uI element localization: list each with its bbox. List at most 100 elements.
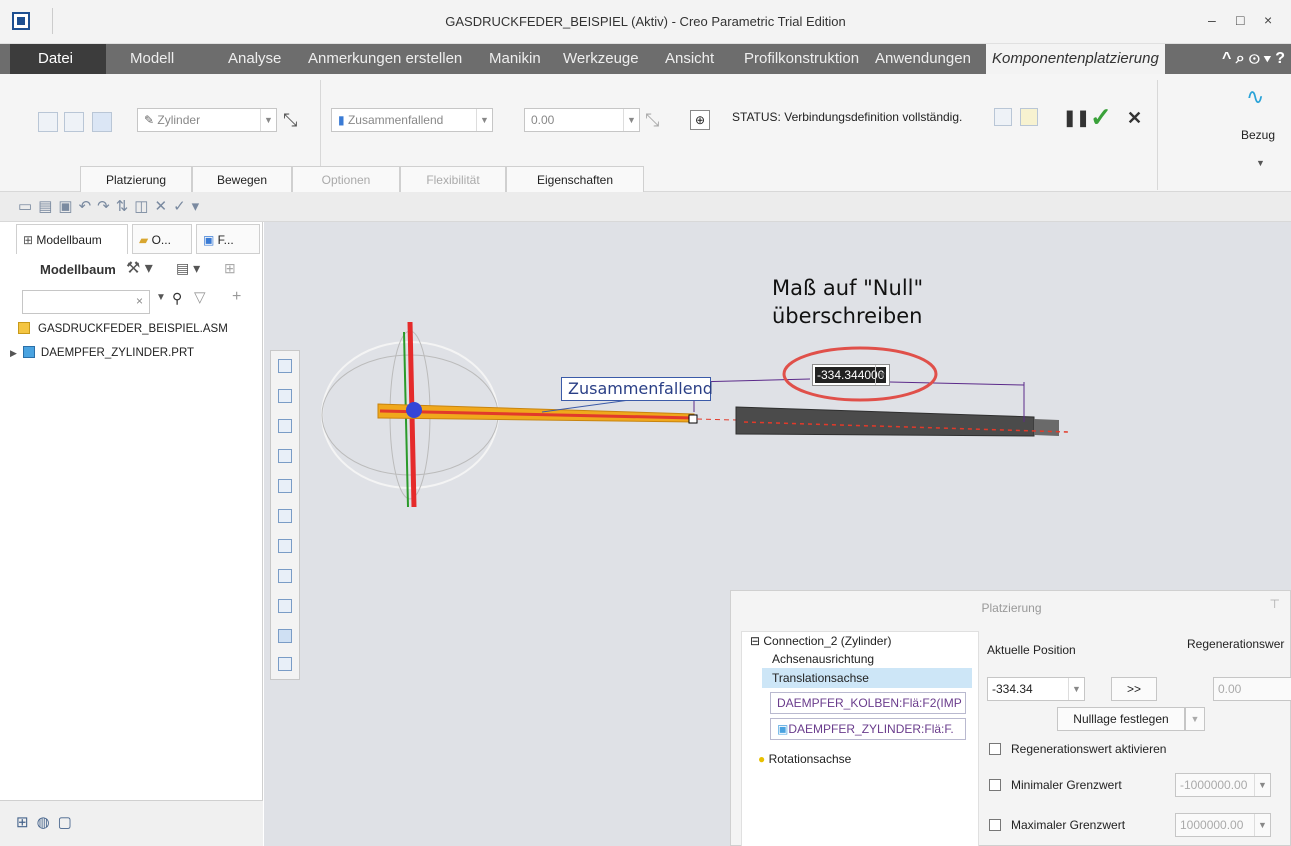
regen-value-input[interactable]: 0.00 (1213, 677, 1291, 701)
help-search-icons[interactable]: ^ ⌕ ⊙ ▾ ? (1222, 44, 1285, 74)
constraint-icon[interactable] (64, 112, 84, 132)
tab-modellbaum[interactable]: ⊞ Modellbaum (16, 224, 128, 254)
copy-to-regen-button[interactable]: >> (1111, 677, 1157, 701)
tab-komponentenplatzierung[interactable]: Komponentenplatzierung (986, 44, 1165, 74)
axis-alignment-row[interactable]: Achsenausrichtung (772, 652, 874, 666)
reference-2[interactable]: ▣DAEMPFER_ZYLINDER:Flä:F. (770, 718, 966, 740)
expand-icon[interactable]: ▶ (10, 348, 17, 358)
current-position-input[interactable]: -334.34 ▼ (987, 677, 1085, 701)
pin-icon[interactable]: ⊤ (1270, 597, 1280, 611)
tree-item-part[interactable]: ▶ DAEMPFER_ZYLINDER.PRT (10, 346, 194, 359)
show-icon[interactable]: ▤ ▾ (176, 260, 200, 277)
max-limit-checkbox[interactable] (989, 819, 1001, 831)
separate-window-icon[interactable] (994, 108, 1012, 126)
subtab-optionen[interactable]: Optionen (292, 166, 400, 192)
assembly-window-icon[interactable] (1020, 108, 1038, 126)
check-icon[interactable]: ✓ (173, 198, 192, 215)
pause-icon[interactable]: ❚❚ (1063, 108, 1090, 128)
flip-direction-icon[interactable]: ⤡ (645, 110, 659, 131)
chevron-down-icon[interactable]: ▼ (875, 365, 889, 385)
mechanism-connection-icon[interactable] (92, 112, 112, 132)
tab-anwendungen[interactable]: Anwendungen (875, 44, 971, 74)
dimension-input[interactable]: -334.344000 ▼ (812, 364, 890, 386)
datum-curve-icon[interactable]: ∿ (1246, 84, 1264, 110)
chevron-down-icon[interactable]: ▼ (1254, 774, 1270, 796)
close-window-icon[interactable]: ✕ (154, 198, 173, 215)
open-icon[interactable]: ▤ (38, 198, 58, 215)
min-limit-input[interactable]: -1000000.00 ▼ (1175, 773, 1271, 797)
minimize-button[interactable]: – (1208, 12, 1216, 28)
reference-1[interactable]: DAEMPFER_KOLBEN:Flä:F2(IMP (770, 692, 966, 714)
tab-modell[interactable]: Modell (130, 44, 174, 74)
window-icon[interactable]: ◫ (134, 198, 154, 215)
constraint-mode-select[interactable]: ▮ Zusammenfallend ▼ (331, 108, 493, 132)
max-limit-input[interactable]: 1000000.00 ▼ (1175, 813, 1271, 837)
title-bar: GASDRUCKFEDER_BEISPIEL (Aktiv) - Creo Pa… (0, 0, 1291, 44)
subtab-eigenschaften[interactable]: Eigenschaften (506, 166, 644, 192)
clear-icon[interactable]: × (136, 294, 143, 308)
connection-row[interactable]: ⊟ Connection_2 (Zylinder) (750, 634, 891, 648)
enable-regen-checkbox[interactable] (989, 743, 1001, 755)
chevron-down-icon[interactable]: ▼ (1254, 814, 1270, 836)
chevron-down-icon[interactable]: ▼ (1256, 158, 1265, 168)
zoom-in-icon[interactable] (278, 389, 292, 403)
move-icon[interactable]: ⊕ (690, 110, 710, 130)
view-manager-icon[interactable] (278, 569, 292, 583)
tab-anmerkungen[interactable]: Anmerkungen erstellen (308, 44, 462, 74)
undo-icon[interactable]: ↶ (79, 198, 98, 215)
display-style-icon[interactable] (278, 509, 292, 523)
browser-icon[interactable]: ◍ (37, 814, 58, 831)
tab-manikin[interactable]: Manikin (489, 44, 541, 74)
tree-toggle-icon[interactable]: ⊞ (16, 814, 37, 831)
annotation-display-icon[interactable] (278, 657, 292, 671)
tab-datei[interactable]: Datei (10, 44, 106, 74)
zoom-out-icon[interactable] (278, 419, 292, 433)
flip-icon[interactable]: ⤡ (283, 110, 297, 131)
offset-input[interactable]: 0.00 ▼ (524, 108, 640, 132)
filter-tree-icon[interactable]: ⊞ (224, 260, 236, 277)
tab-werkzeuge[interactable]: Werkzeuge (563, 44, 639, 74)
tab-profilkonstruktion[interactable]: Profilkonstruktion (744, 44, 859, 74)
tab-favoriten[interactable]: ▣ F... (196, 224, 260, 254)
chevron-down-icon[interactable]: ▼ (1068, 678, 1084, 700)
tree-item-assembly[interactable]: GASDRUCKFEDER_BEISPIEL.ASM (18, 322, 228, 335)
regenerate-icon[interactable]: ⇅ (116, 198, 135, 215)
user-defined-icon[interactable] (38, 112, 58, 132)
cancel-x-icon[interactable]: ✕ (1127, 108, 1142, 129)
bezug-label[interactable]: Bezug (1241, 128, 1275, 142)
translation-axis-row[interactable]: Translationsachse (762, 668, 972, 688)
chevron-down-icon[interactable]: ▼ (1185, 707, 1205, 731)
maximize-button[interactable]: □ (1236, 12, 1244, 28)
tab-ordner[interactable]: ▰ O... (132, 224, 192, 254)
min-limit-checkbox[interactable] (989, 779, 1001, 791)
ok-check-icon[interactable]: ✓ (1090, 102, 1112, 133)
zoom-fit-icon[interactable] (278, 359, 292, 373)
tab-analyse[interactable]: Analyse (228, 44, 281, 74)
add-icon[interactable]: + (232, 288, 241, 306)
constraint-callout[interactable]: Zusammenfallend (561, 377, 713, 401)
binoculars-icon[interactable]: ⚲ (172, 290, 182, 307)
saved-views-icon[interactable] (278, 479, 292, 493)
chevron-down-icon[interactable]: ▼ (156, 292, 166, 303)
collapse-icon[interactable]: ⊟ (750, 634, 763, 648)
tab-ansicht[interactable]: Ansicht (665, 44, 714, 74)
redo-icon[interactable]: ↷ (97, 198, 116, 215)
search-input[interactable]: × (22, 290, 150, 314)
rotation-axis-row[interactable]: ● Rotationsachse (758, 752, 851, 766)
subtab-platzierung[interactable]: Platzierung (80, 166, 192, 192)
datum-display-icon[interactable] (278, 599, 292, 613)
save-icon[interactable]: ▣ (58, 198, 78, 215)
subtab-bewegen[interactable]: Bewegen (192, 166, 292, 192)
connection-type-select[interactable]: ✎ Zylinder ▼ (137, 108, 277, 132)
set-zero-button[interactable]: Nulllage festlegen (1057, 707, 1185, 731)
perspective-icon[interactable] (278, 539, 292, 553)
customize-icon[interactable]: ▾ (192, 198, 206, 215)
filter-icon[interactable]: ▽ (194, 288, 206, 306)
settings-icon[interactable]: ⚒ ▾ (126, 258, 153, 278)
close-button[interactable]: × (1264, 12, 1272, 28)
spin-center-icon[interactable] (278, 629, 292, 643)
new-icon[interactable]: ▭ (18, 198, 38, 215)
fullscreen-icon[interactable]: ▢ (58, 814, 80, 831)
subtab-flexibilitaet[interactable]: Flexibilität (400, 166, 506, 192)
reorient-icon[interactable] (278, 449, 292, 463)
